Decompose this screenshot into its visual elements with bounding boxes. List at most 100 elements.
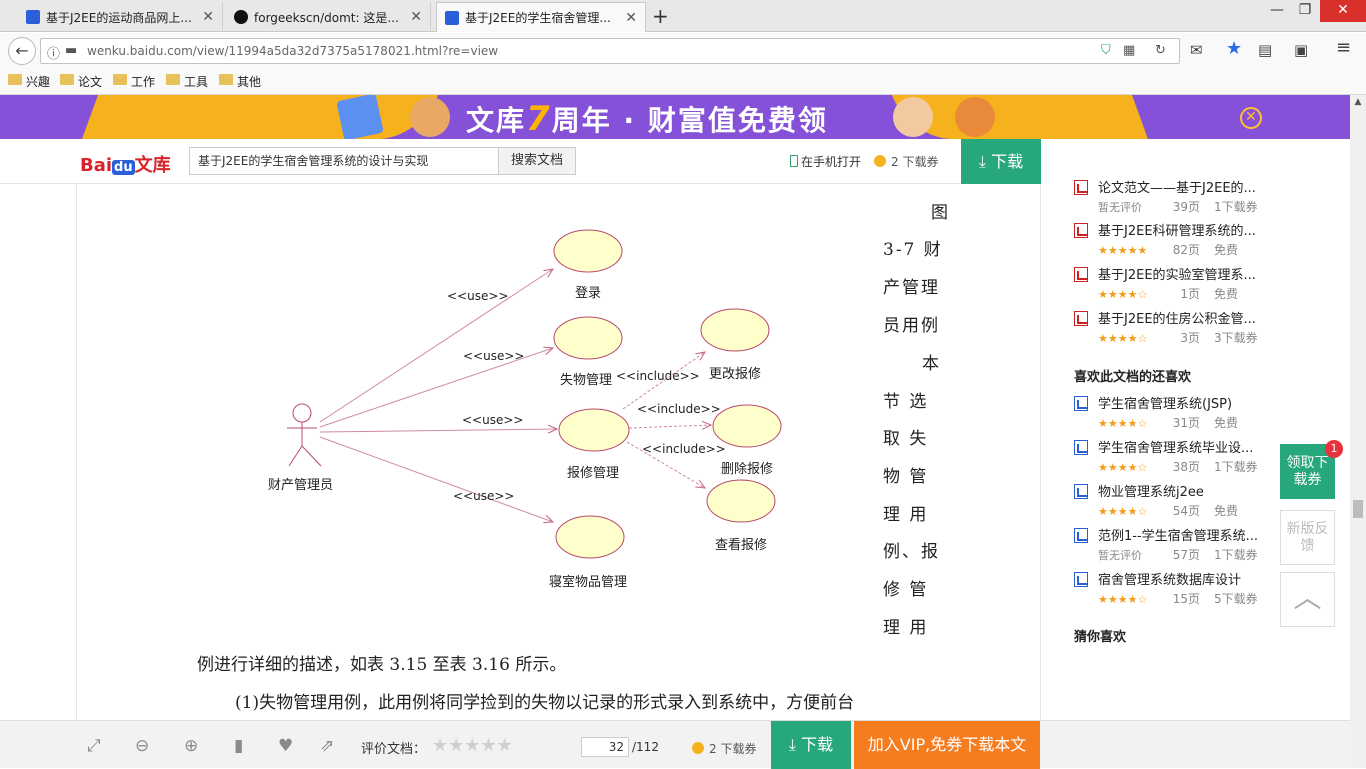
bookmark-icon[interactable]: ▮ (234, 736, 243, 756)
baidu-paw-icon (445, 11, 459, 25)
favorite-heart-icon[interactable]: ♥ (278, 736, 293, 756)
doc-meta: ★★★★☆ 31页 免费 (1098, 416, 1239, 430)
related-doc-item[interactable]: 论文范文——基于J2EE的... 暂无评价 39页 1下载券 (1074, 177, 1324, 217)
phone-icon (790, 155, 798, 167)
close-tab-icon[interactable]: ✕ (410, 9, 422, 25)
search-button[interactable]: 搜索文档 (498, 147, 576, 175)
minimize-window-icon[interactable]: — (1262, 0, 1292, 22)
back-to-top-button[interactable]: ︿ (1280, 572, 1335, 627)
join-vip-button[interactable]: 加入VIP,免券下载本文 (854, 721, 1040, 769)
word-file-icon (1074, 528, 1088, 543)
doc-meta: 暂无评价 57页 1下载券 (1098, 548, 1258, 562)
download-button[interactable]: ⤓ 下载 (771, 721, 851, 769)
use-case-dorm-items (555, 515, 625, 559)
fullscreen-icon[interactable]: ⤢ (87, 736, 101, 756)
include-arrow (628, 425, 711, 428)
navigation-bar: ← ⓘ ▬ wenku.baidu.com/view/11994a5da32d7… (0, 33, 1366, 68)
use-case-label: 失物管理 (560, 373, 612, 388)
doc-title[interactable]: 基于J2EE科研管理系统的... (1098, 220, 1328, 239)
bookmark-folder-tools[interactable]: 工具 (166, 73, 208, 90)
scrollbar-thumb[interactable] (1353, 500, 1363, 518)
doc-title[interactable]: 基于J2EE的实验室管理系... (1098, 264, 1328, 283)
related-docs-sidebar: 论文范文——基于J2EE的... 暂无评价 39页 1下载券 基于J2EE科研管理系… (1041, 139, 1350, 720)
mail-icon[interactable]: ✉ (1190, 41, 1203, 59)
body-text-fragment: 员用例 (883, 316, 940, 336)
zoom-out-icon[interactable]: ⊖ (135, 736, 149, 756)
doc-title[interactable]: 基于J2EE的住房公积金管... (1098, 308, 1328, 327)
browser-tab-3-active[interactable]: 基于J2EE的学生宿舍管理... ✕ (436, 2, 646, 32)
relation-label: <<use>> (463, 349, 524, 363)
bookmark-star-icon[interactable]: ★ (1226, 38, 1242, 59)
use-case-label: 删除报修 (721, 462, 773, 477)
url-text[interactable]: wenku.baidu.com/view/11994a5da32d7375a51… (87, 44, 498, 58)
info-icon[interactable]: ⓘ (47, 43, 60, 62)
restore-window-icon[interactable]: ❐ (1290, 0, 1320, 22)
close-window-icon[interactable]: ✕ (1320, 0, 1366, 22)
reading-list-icon[interactable]: ▤ (1258, 41, 1272, 59)
document-page: 财产管理员 登录 失物管理 报修管理 寝室物品管理 更改报修 删除报修 查看报修… (76, 184, 1041, 720)
related-doc-item[interactable]: 基于J2EE的实验室管理系... ★★★★☆ 1页 免费 (1074, 264, 1324, 304)
coin-icon (692, 742, 704, 754)
coin-icon (874, 155, 886, 167)
bookmark-folder-interest[interactable]: 兴趣 (8, 73, 50, 90)
new-tab-button[interactable]: + (652, 4, 669, 28)
use-case-diagram: 财产管理员 登录 失物管理 报修管理 寝室物品管理 更改报修 删除报修 查看报修… (268, 229, 782, 590)
pdf-file-icon (1074, 267, 1088, 282)
share-icon[interactable]: ⇗ (320, 736, 334, 756)
body-text-fragment: 理 用 (883, 618, 929, 638)
close-tab-icon[interactable]: ✕ (625, 10, 637, 26)
guess-you-like-heading: 猜你喜欢 (1074, 630, 1127, 645)
doc-meta: 暂无评价 39页 1下载券 (1098, 200, 1258, 214)
body-text-fragment: 本 (922, 354, 941, 374)
chevron-up-icon: ︿ (1293, 581, 1322, 614)
tab-title: forgeekscn/domt: 这是... (254, 10, 399, 25)
bookmark-folder-other[interactable]: 其他 (219, 73, 261, 90)
bookmark-folder-papers[interactable]: 论文 (60, 73, 102, 90)
related-doc-item[interactable]: 基于J2EE的住房公积金管... ★★★★☆ 3页 3下载券 (1074, 308, 1324, 348)
banner-headline: 文库7周年 · 财富值免费领 (466, 99, 828, 139)
doc-title[interactable]: 论文范文——基于J2EE的... (1098, 177, 1328, 196)
word-file-icon (1074, 396, 1088, 411)
actor-label: 财产管理员 (268, 478, 333, 493)
close-tab-icon[interactable]: ✕ (202, 9, 214, 25)
shield-icon[interactable]: ⛉ (1101, 43, 1111, 58)
download-button[interactable]: ⤓ 下载 (961, 139, 1041, 184)
body-text-fragment: 产管理 (883, 278, 940, 298)
page-scrollbar[interactable]: ▲ (1350, 95, 1366, 768)
related-doc-item[interactable]: 基于J2EE科研管理系统的... ★★★★★ 82页 免费 (1074, 220, 1324, 260)
menu-icon[interactable]: ≡ (1336, 37, 1351, 58)
use-case-label: 更改报修 (709, 367, 761, 382)
zoom-in-icon[interactable]: ⊕ (184, 736, 198, 756)
open-on-phone-button[interactable]: 在手机打开 (790, 153, 861, 170)
banner-decoration (81, 95, 439, 139)
scroll-up-arrow-icon[interactable]: ▲ (1350, 97, 1366, 107)
use-case-delete-repair (712, 404, 782, 448)
baidu-paw-icon (26, 10, 40, 24)
reload-icon[interactable]: ↻ (1155, 43, 1166, 58)
rating-stars-input[interactable]: ★★★★★ (432, 735, 513, 756)
page-total: /112 (632, 740, 659, 754)
relation-label: <<use>> (462, 413, 523, 427)
baidu-wenku-logo[interactable]: Bai du 文库 (80, 151, 171, 177)
browser-tab-1[interactable]: 基于J2EE的运动商品网上... ✕ (18, 2, 223, 32)
relation-label: <<include>> (616, 369, 700, 383)
page-number-input[interactable]: 32 (581, 737, 629, 757)
browser-tab-2[interactable]: forgeekscn/domt: 这是... ✕ (226, 2, 431, 32)
reader-view-icon[interactable]: ▣ (1294, 41, 1308, 59)
search-input[interactable]: 基于J2EE的学生宿舍管理系统的设计与实现 (189, 147, 498, 175)
qr-code-icon[interactable]: ▦ (1123, 43, 1135, 58)
folder-icon (166, 74, 180, 85)
body-text-fragment: 图 (931, 203, 950, 223)
actor-figure (287, 403, 322, 467)
back-button[interactable]: ← (8, 37, 36, 65)
girl-mascot-icon (893, 97, 933, 137)
body-paragraph-line: (1)失物管理用例，此用例将同学捡到的失物以记录的形式录入到系统中，方便前台 (235, 693, 855, 713)
banner-close-icon[interactable]: ✕ (1240, 107, 1262, 129)
reader-bottom-toolbar: ⤢ ⊖ ⊕ ▮ ♥ ⇗ 评价文档： ★★★★★ 32 /112 2 下载券 ⤓ … (0, 720, 1350, 769)
doc-title[interactable]: 学生宿舍管理系统(JSP) (1098, 393, 1328, 412)
bookmark-folder-work[interactable]: 工作 (113, 73, 155, 90)
anniversary-banner[interactable]: 文库7周年 · 财富值免费领 ✕ (0, 95, 1350, 139)
liked-doc-item[interactable]: 学生宿舍管理系统(JSP) ★★★★☆ 31页 免费 (1074, 393, 1324, 433)
address-bar[interactable]: ⓘ ▬ wenku.baidu.com/view/11994a5da32d737… (40, 38, 1180, 64)
feedback-button[interactable]: 新版反馈 (1280, 510, 1335, 565)
